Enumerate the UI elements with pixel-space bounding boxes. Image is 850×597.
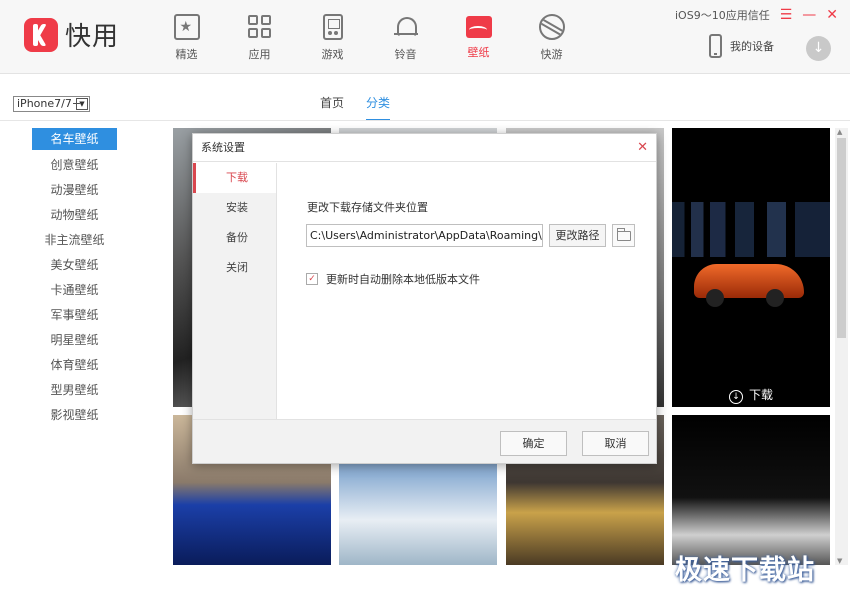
category-item[interactable]: 创意壁纸 [32, 153, 117, 178]
minimize-icon[interactable]: — [802, 8, 816, 22]
settings-tab-install[interactable]: 安装 [193, 193, 276, 223]
nav-label: 快游 [540, 48, 563, 61]
dialog-title: 系统设置 [201, 141, 245, 154]
cancel-button[interactable]: 取消 [582, 431, 649, 456]
k-logo-icon [24, 17, 58, 52]
folder-icon [617, 228, 631, 241]
tile-download-label: 下载 [748, 388, 773, 402]
category-item[interactable]: 名车壁纸 [32, 128, 117, 150]
category-item[interactable]: 军事壁纸 [32, 303, 117, 328]
scrollbar-thumb[interactable] [837, 138, 846, 338]
category-item[interactable]: 动物壁纸 [32, 203, 117, 228]
divider [0, 120, 850, 121]
settings-sidebar: 下载 安装 备份 关闭 [193, 163, 277, 419]
wallpaper-thumbnail[interactable]: ↓ 下载 [672, 128, 830, 407]
apps-icon [247, 14, 273, 40]
device-model-value: iPhone7/7+ [17, 97, 82, 110]
auto-delete-label: 更新时自动删除本地低版本文件 [326, 273, 480, 286]
category-list: 名车壁纸 创意壁纸 动漫壁纸 动物壁纸 非主流壁纸 美女壁纸 卡通壁纸 军事壁纸… [32, 128, 117, 428]
settings-tab-download[interactable]: 下载 [193, 163, 276, 193]
ios-trust-link[interactable]: iOS9～10应用信任 [675, 7, 770, 23]
download-icon: ↓ [728, 390, 743, 404]
nav-games[interactable]: 游戏 [296, 12, 369, 62]
close-icon[interactable]: ✕ [637, 134, 648, 162]
nav-fast-games[interactable]: 快游 [515, 12, 588, 62]
category-item[interactable]: 体育壁纸 [32, 353, 117, 378]
app-logo: 快用 [24, 16, 119, 53]
ok-button[interactable]: 确定 [500, 431, 567, 456]
sports-car-image [694, 264, 804, 307]
category-item[interactable]: 美女壁纸 [32, 253, 117, 278]
gamepad-icon [322, 14, 343, 40]
chevron-down-icon: ▼ [76, 98, 88, 110]
nav-wallpaper[interactable]: 壁纸 [442, 12, 515, 62]
path-label: 更改下载存储文件夹位置 [307, 201, 428, 214]
star-icon [173, 14, 200, 40]
scrollbar[interactable]: ▲ ▼ [835, 128, 848, 565]
nav-label: 精选 [175, 48, 198, 61]
browse-folder-button[interactable] [612, 224, 635, 247]
dialog-title-bar: 系统设置 ✕ [193, 134, 656, 162]
nav-label: 壁纸 [467, 46, 490, 59]
category-item[interactable]: 卡通壁纸 [32, 278, 117, 303]
watermark: 极速下载站 [675, 555, 815, 586]
scroll-down-icon[interactable]: ▼ [837, 557, 842, 565]
tab-categories[interactable]: 分类 [366, 94, 391, 121]
auto-delete-checkbox[interactable]: ✓ [306, 273, 318, 285]
nav-ringtones[interactable]: 铃音 [369, 12, 442, 62]
main-nav: 精选 应用 游戏 铃音 壁纸 快游 [150, 12, 588, 62]
settings-tab-close[interactable]: 关闭 [193, 253, 276, 283]
download-manager-icon[interactable]: ↓ [806, 36, 831, 61]
city-skyline-image [672, 202, 830, 257]
auto-delete-option[interactable]: ✓ 更新时自动删除本地低版本文件 [306, 271, 480, 287]
tile-download-button[interactable]: ↓ 下载 [672, 386, 830, 404]
change-path-button[interactable]: 更改路径 [549, 224, 606, 247]
menu-icon[interactable]: ☰ [780, 8, 793, 22]
nav-apps[interactable]: 应用 [223, 12, 296, 62]
device-label: 我的设备 [730, 40, 774, 53]
phone-icon [709, 34, 722, 58]
category-item[interactable]: 型男壁纸 [32, 378, 117, 403]
top-bar: 快用 精选 应用 游戏 铃音 壁纸 [0, 0, 850, 74]
settings-body: 更改下载存储文件夹位置 C:\Users\Administrator\AppDa… [277, 163, 657, 419]
category-item[interactable]: 影视壁纸 [32, 403, 117, 428]
scroll-up-icon[interactable]: ▲ [837, 128, 842, 136]
settings-tab-backup[interactable]: 备份 [193, 223, 276, 253]
my-device[interactable]: 我的设备 [709, 34, 774, 58]
fast-game-icon [538, 14, 565, 40]
tab-home[interactable]: 首页 [320, 94, 344, 121]
wallpaper-tabs: 首页 分类 [320, 94, 412, 121]
dialog-footer: 确定 取消 [193, 419, 656, 463]
bell-icon [393, 14, 419, 40]
device-model-select[interactable]: iPhone7/7+ ▼ [13, 96, 90, 112]
logo-text: 快用 [65, 22, 120, 52]
nav-label: 铃音 [394, 48, 417, 61]
app-window: 快用 精选 应用 游戏 铃音 壁纸 [0, 0, 850, 597]
wallpaper-icon [465, 16, 492, 38]
download-path-input[interactable]: C:\Users\Administrator\AppData\Roaming\k… [306, 224, 543, 247]
settings-dialog: 系统设置 ✕ 下载 安装 备份 关闭 更改下载存储文件夹位置 C:\Users\… [192, 133, 657, 464]
nav-label: 游戏 [321, 48, 344, 61]
wallpaper-thumbnail[interactable] [672, 415, 830, 565]
category-item[interactable]: 明星壁纸 [32, 328, 117, 353]
close-icon[interactable]: ✕ [826, 8, 838, 22]
category-item[interactable]: 非主流壁纸 [32, 228, 117, 253]
nav-label: 应用 [248, 48, 271, 61]
nav-jingxuan[interactable]: 精选 [150, 12, 223, 62]
title-controls: iOS9～10应用信任 ☰ — ✕ [675, 7, 838, 23]
category-item[interactable]: 动漫壁纸 [32, 178, 117, 203]
